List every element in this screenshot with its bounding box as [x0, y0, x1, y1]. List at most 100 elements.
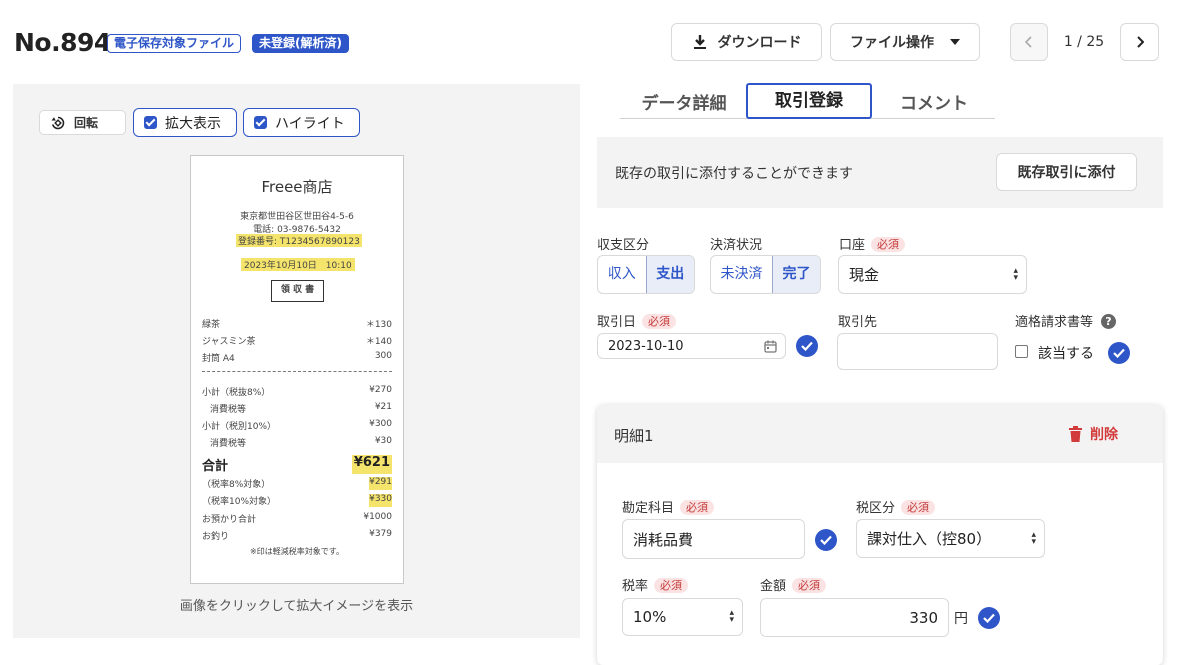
attach-text: 既存の取引に添付することができます — [615, 166, 853, 182]
tax-rate-label: 税率 必須 — [622, 575, 689, 594]
tab-data-detail[interactable]: データ詳細 — [625, 89, 743, 114]
date-label: 取引日 必須 — [597, 311, 677, 330]
account-value: 現金 — [849, 266, 880, 284]
receipt-subtotal-row: 消費税等 ¥21 — [210, 402, 392, 415]
rotate-icon — [51, 116, 65, 129]
receipt-breakdown-row: （税率10%対象） ¥330 — [202, 494, 392, 507]
tax-category-label: 税区分 必須 — [856, 497, 936, 516]
receipt-title: 領 収 書 — [271, 280, 324, 302]
date-input[interactable]: 2023-10-10 — [597, 333, 786, 359]
amount-input[interactable]: 330 — [760, 598, 949, 637]
receipt-subtotal-row: 小計（税別10%） ¥300 — [202, 419, 392, 432]
attach-existing-button[interactable]: 既存取引に添付 — [996, 153, 1137, 191]
receipt-breakdown-row: （税率8%対象） ¥291 — [202, 477, 392, 490]
calendar-icon[interactable] — [764, 340, 777, 353]
receipt-address: 東京都世田谷区世田谷4-5-6 — [240, 212, 354, 222]
caret-down-icon — [950, 39, 960, 45]
chevron-left-icon — [1025, 36, 1032, 48]
subject-input[interactable]: 消耗品費 — [622, 519, 805, 559]
highlight-label: ハイライト — [275, 115, 345, 132]
subject-label: 勘定科目 必須 — [622, 497, 715, 516]
required-badge: 必須 — [680, 500, 715, 515]
required-badge: 必須 — [792, 578, 827, 593]
settle-segment: 未決済 完了 — [710, 255, 821, 294]
receipt-shop-name: Freee商店 — [261, 178, 333, 196]
receipt-note: ※印は軽減税率対象です。 — [250, 547, 344, 556]
partner-label: 取引先 — [838, 315, 878, 330]
partner-input[interactable] — [837, 333, 998, 370]
next-page-button[interactable] — [1120, 23, 1159, 61]
receipt-total-row: 合計 ¥621 — [202, 455, 392, 474]
checkbox-checked-icon — [144, 116, 157, 129]
receipt-image[interactable]: Freee商店 東京都世田谷区世田谷4-5-6 電話: 03-9876-5432… — [190, 155, 404, 584]
zoom-label: 拡大表示 — [165, 115, 221, 132]
settle-done-option[interactable]: 完了 — [772, 256, 820, 293]
invoice-checkbox-label[interactable]: 該当する — [1038, 343, 1094, 363]
amount-unit: 円 — [954, 611, 968, 627]
trash-icon — [1069, 426, 1082, 442]
kind-expense-option[interactable]: 支出 — [645, 256, 694, 293]
select-arrows-icon: ▴ ▾ — [1031, 529, 1036, 547]
amount-value: 330 — [909, 608, 938, 627]
date-value: 2023-10-10 — [608, 338, 684, 354]
delete-detail-button[interactable]: 削除 — [1069, 424, 1118, 444]
chevron-right-icon — [1136, 36, 1144, 48]
required-badge: 必須 — [642, 314, 677, 329]
required-badge: 必須 — [871, 237, 906, 252]
receipt-subtotal-row: 消費税等 ¥30 — [210, 436, 392, 449]
tax-category-select[interactable]: 課対仕入（控80） ▴ ▾ — [856, 519, 1045, 558]
account-select[interactable]: 現金 ▴ ▾ — [838, 255, 1027, 294]
account-label: 口座 必須 — [839, 234, 906, 253]
file-ops-label: ファイル操作 — [850, 35, 934, 51]
highlight-toggle[interactable]: ハイライト — [243, 108, 360, 137]
tab-comment[interactable]: コメント — [875, 89, 993, 114]
subject-value: 消耗品費 — [633, 530, 694, 549]
receipt-breakdown-row: お釣り ¥379 — [202, 529, 392, 542]
required-badge: 必須 — [901, 500, 936, 515]
storage-badge: 電子保存対象ファイル — [107, 34, 242, 53]
tax-category-value: 課対仕入（控80） — [867, 530, 992, 548]
prev-page-button[interactable] — [1010, 23, 1048, 61]
rotate-label: 回転 — [74, 116, 99, 130]
amount-label: 金額 必須 — [760, 575, 827, 594]
required-badge: 必須 — [654, 578, 689, 593]
tab-transaction-register[interactable]: 取引登録 — [746, 83, 872, 119]
kind-segment: 収入 支出 — [597, 255, 695, 294]
rotate-button[interactable]: 回転 — [39, 110, 126, 135]
detail-title: 明細1 — [614, 427, 654, 445]
select-arrows-icon: ▴ ▾ — [1013, 265, 1018, 283]
invoice-checkbox[interactable] — [1015, 345, 1028, 358]
settle-unpaid-option[interactable]: 未決済 — [711, 256, 772, 293]
delete-label: 削除 — [1090, 427, 1118, 443]
invoice-label: 適格請求書等 — [1015, 315, 1094, 330]
status-badge: 未登録(解析済) — [252, 34, 349, 53]
date-verified-check-icon — [796, 335, 818, 357]
help-icon[interactable]: ? — [1101, 314, 1116, 329]
download-icon — [693, 35, 706, 49]
kind-income-option[interactable]: 収入 — [598, 256, 646, 293]
pager-indicator: 1 / 25 — [1063, 34, 1105, 50]
receipt-item-row: 緑茶 ＊130 — [202, 320, 392, 330]
receipt-divider — [202, 371, 392, 372]
receipt-reg-no: 登録番号: T1234567890123 — [236, 234, 362, 247]
kind-label: 収支区分 — [597, 238, 650, 253]
zoom-toggle[interactable]: 拡大表示 — [133, 108, 237, 137]
checkbox-checked-icon — [254, 116, 267, 129]
amount-verified-check-icon — [978, 607, 1000, 629]
doc-number: No.894 — [14, 28, 111, 57]
tax-rate-value: 10% — [633, 608, 667, 626]
receipt-item-row: 封筒 A4 300 — [202, 351, 392, 364]
settle-label: 決済状況 — [710, 238, 763, 253]
invoice-verified-check-icon — [1108, 342, 1130, 364]
select-arrows-icon: ▴ ▾ — [729, 608, 734, 625]
download-label: ダウンロード — [717, 35, 802, 51]
receipt-datetime: 2023年10月10日 10:10 — [241, 258, 355, 271]
tax-rate-select[interactable]: 10% ▴ ▾ — [622, 598, 743, 636]
download-button[interactable]: ダウンロード — [671, 23, 822, 61]
subject-verified-check-icon — [815, 529, 837, 551]
receipt-subtotal-row: 小計（税抜8%） ¥270 — [202, 385, 392, 398]
file-ops-dropdown[interactable]: ファイル操作 — [830, 23, 980, 61]
preview-hint: 画像をクリックして拡大イメージを表示 — [179, 599, 414, 614]
receipt-breakdown-row: お預かり合計 ¥1000 — [202, 512, 392, 525]
receipt-item-row: ジャスミン茶 ＊140 — [202, 337, 392, 347]
